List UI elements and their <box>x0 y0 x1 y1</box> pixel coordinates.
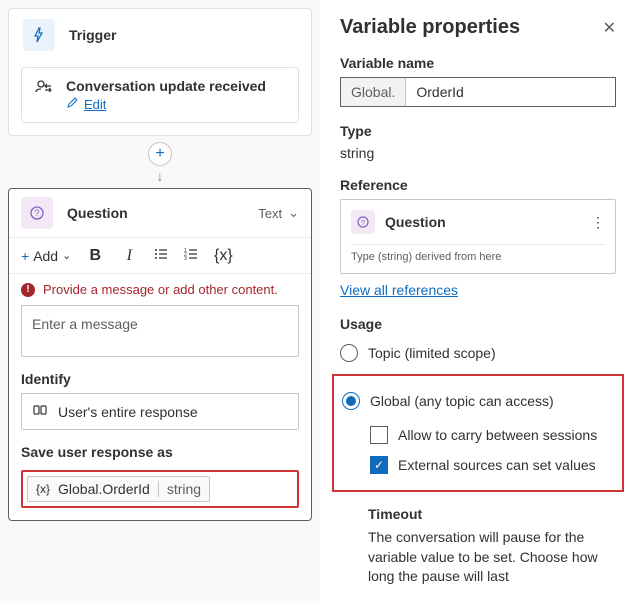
name-label: Variable name <box>340 55 616 71</box>
save-variable-box[interactable]: {x} Global.OrderId string <box>21 470 299 508</box>
trigger-node: Trigger Conversation update received Edi… <box>8 8 312 136</box>
reference-derived-text: Type (string) derived from here <box>351 244 605 263</box>
trigger-body: Conversation update received Edit <box>21 67 299 123</box>
message-input[interactable]: Enter a message <box>21 305 299 357</box>
trigger-icon <box>23 19 55 51</box>
bullet-list-icon[interactable] <box>153 246 169 265</box>
reference-question-icon: ? <box>351 210 375 234</box>
italic-icon[interactable]: I <box>119 247 139 265</box>
save-label: Save user response as <box>9 430 311 466</box>
connector-arrow-icon: ↓ <box>157 168 164 184</box>
warning-text: Provide a message or add other content. <box>43 282 278 297</box>
identify-value: User's entire response <box>58 404 198 420</box>
radio-selected-icon <box>342 392 360 410</box>
warning-message: ! Provide a message or add other content… <box>9 274 311 305</box>
carry-sessions-label: Allow to carry between sessions <box>398 427 597 443</box>
question-icon: ? <box>21 197 53 229</box>
question-mode-dropdown[interactable]: Text ⌄ <box>258 205 299 221</box>
svg-text:?: ? <box>361 220 365 227</box>
bold-icon[interactable]: B <box>85 247 105 265</box>
variable-chip-icon: {x} <box>36 482 50 496</box>
variable-chip-name: Global.OrderId <box>58 481 150 497</box>
type-value: string <box>340 145 616 161</box>
scope-global-radio[interactable]: Global (any topic can access) <box>342 386 614 416</box>
trigger-body-title: Conversation update received <box>66 78 266 94</box>
add-node-button[interactable]: + <box>148 142 172 166</box>
identify-dropdown[interactable]: User's entire response <box>21 393 299 430</box>
external-set-label: External sources can set values <box>398 457 596 473</box>
chevron-down-icon: ⌄ <box>288 205 299 221</box>
timeout-text: The conversation will pause for the vari… <box>340 528 616 587</box>
identify-label: Identify <box>9 357 311 393</box>
timeout-label: Timeout <box>340 506 616 522</box>
view-all-references-link[interactable]: View all references <box>340 282 458 298</box>
external-set-checkbox[interactable]: ✓ External sources can set values <box>370 450 614 480</box>
name-value: OrderId <box>406 78 615 106</box>
variable-icon[interactable]: {x} <box>213 247 233 265</box>
usage-label: Usage <box>340 316 616 332</box>
warning-icon: ! <box>21 283 35 297</box>
more-icon[interactable]: ⋮ <box>591 214 605 231</box>
add-label: Add <box>33 248 58 264</box>
message-placeholder: Enter a message <box>32 316 138 332</box>
numbered-list-icon[interactable]: 123 <box>183 246 199 265</box>
question-node: ? Question Text ⌄ + Add ⌄ B I 123 <box>8 188 312 521</box>
panel-title: Variable properties <box>340 16 520 39</box>
add-button[interactable]: + Add ⌄ <box>21 248 71 264</box>
edit-link[interactable]: Edit <box>84 97 106 112</box>
reference-node-name: Question <box>385 214 446 230</box>
svg-text:?: ? <box>34 208 39 218</box>
reference-label: Reference <box>340 177 616 193</box>
variable-chip-type: string <box>158 481 201 497</box>
chevron-down-icon: ⌄ <box>62 249 71 262</box>
svg-text:3: 3 <box>184 256 187 262</box>
conversation-icon <box>34 78 54 101</box>
type-label: Type <box>340 123 616 139</box>
question-mode-label: Text <box>258 206 282 221</box>
checkbox-checked-icon: ✓ <box>370 456 388 474</box>
scope-topic-label: Topic (limited scope) <box>368 345 496 361</box>
reference-box[interactable]: ? Question ⋮ Type (string) derived from … <box>340 199 616 274</box>
trigger-title: Trigger <box>69 27 116 43</box>
radio-icon <box>340 344 358 362</box>
variable-name-input[interactable]: Global. OrderId <box>340 77 616 107</box>
close-icon[interactable]: ✕ <box>603 18 616 38</box>
edit-icon <box>66 96 78 112</box>
checkbox-icon <box>370 426 388 444</box>
scope-topic-radio[interactable]: Topic (limited scope) <box>340 338 616 368</box>
name-prefix: Global. <box>341 78 406 106</box>
usage-highlight-box: Global (any topic can access) Allow to c… <box>332 374 624 492</box>
scope-global-label: Global (any topic can access) <box>370 393 554 409</box>
entity-icon <box>32 402 48 421</box>
question-title: Question <box>67 205 128 221</box>
carry-sessions-checkbox[interactable]: Allow to carry between sessions <box>370 420 614 450</box>
variable-properties-panel: Variable properties ✕ Variable name Glob… <box>320 0 636 601</box>
